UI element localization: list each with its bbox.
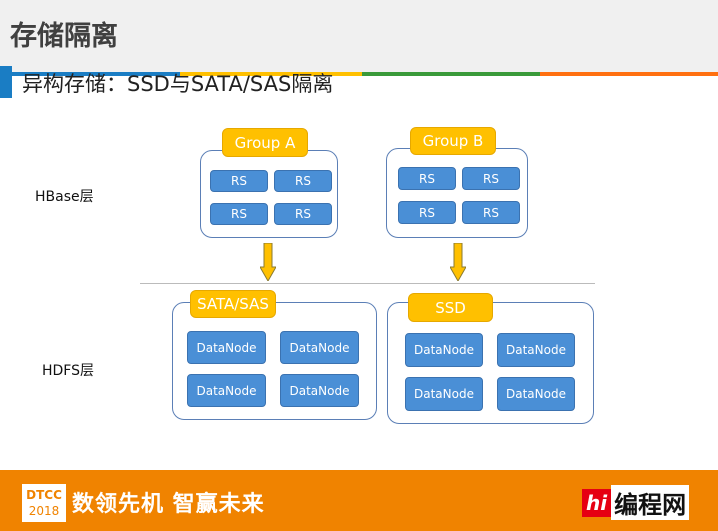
ssd-label: SSD — [408, 293, 493, 322]
datanode: DataNode — [280, 331, 359, 364]
layer-divider — [140, 283, 595, 284]
dtcc-logo: DTCC 2018 — [22, 484, 66, 522]
rs-node: RS — [274, 203, 332, 225]
stripe-green — [362, 72, 540, 76]
hdfs-layer-label: HDFS层 — [42, 363, 95, 379]
stripe-orange — [540, 72, 718, 76]
sata-sas-label: SATA/SAS — [190, 290, 276, 318]
logo-line1: DTCC — [26, 488, 62, 502]
logo-line2: 2018 — [28, 504, 60, 518]
brand-hi: hi — [582, 488, 612, 517]
datanode: DataNode — [405, 333, 483, 367]
subtitle-marker — [0, 66, 12, 98]
rs-node: RS — [210, 170, 268, 192]
datanode: DataNode — [405, 377, 483, 411]
rs-node: RS — [210, 203, 268, 225]
group-a-label: Group A — [222, 128, 308, 157]
datanode: DataNode — [280, 374, 359, 407]
group-b-box — [386, 148, 528, 238]
slide-title: 存储隔离 — [10, 21, 118, 52]
slogan: 数领先机 智赢未来 — [72, 492, 265, 517]
subtitle: 异构存储：SSD与SATA/SAS隔离 — [22, 72, 334, 96]
brand-logo: hi 编程网 — [582, 485, 690, 520]
rs-node: RS — [462, 201, 520, 224]
rs-node: RS — [462, 167, 520, 190]
brand-name: 编程网 — [611, 485, 690, 520]
rs-node: RS — [398, 167, 456, 190]
rs-node: RS — [398, 201, 456, 224]
arrow-down-icon — [450, 243, 466, 281]
datanode: DataNode — [497, 333, 575, 367]
datanode: DataNode — [187, 374, 266, 407]
hbase-layer-label: HBase层 — [35, 189, 94, 205]
group-b-label: Group B — [410, 127, 496, 155]
datanode: DataNode — [497, 377, 575, 411]
datanode: DataNode — [187, 331, 266, 364]
rs-node: RS — [274, 170, 332, 192]
arrow-down-icon — [260, 243, 276, 281]
